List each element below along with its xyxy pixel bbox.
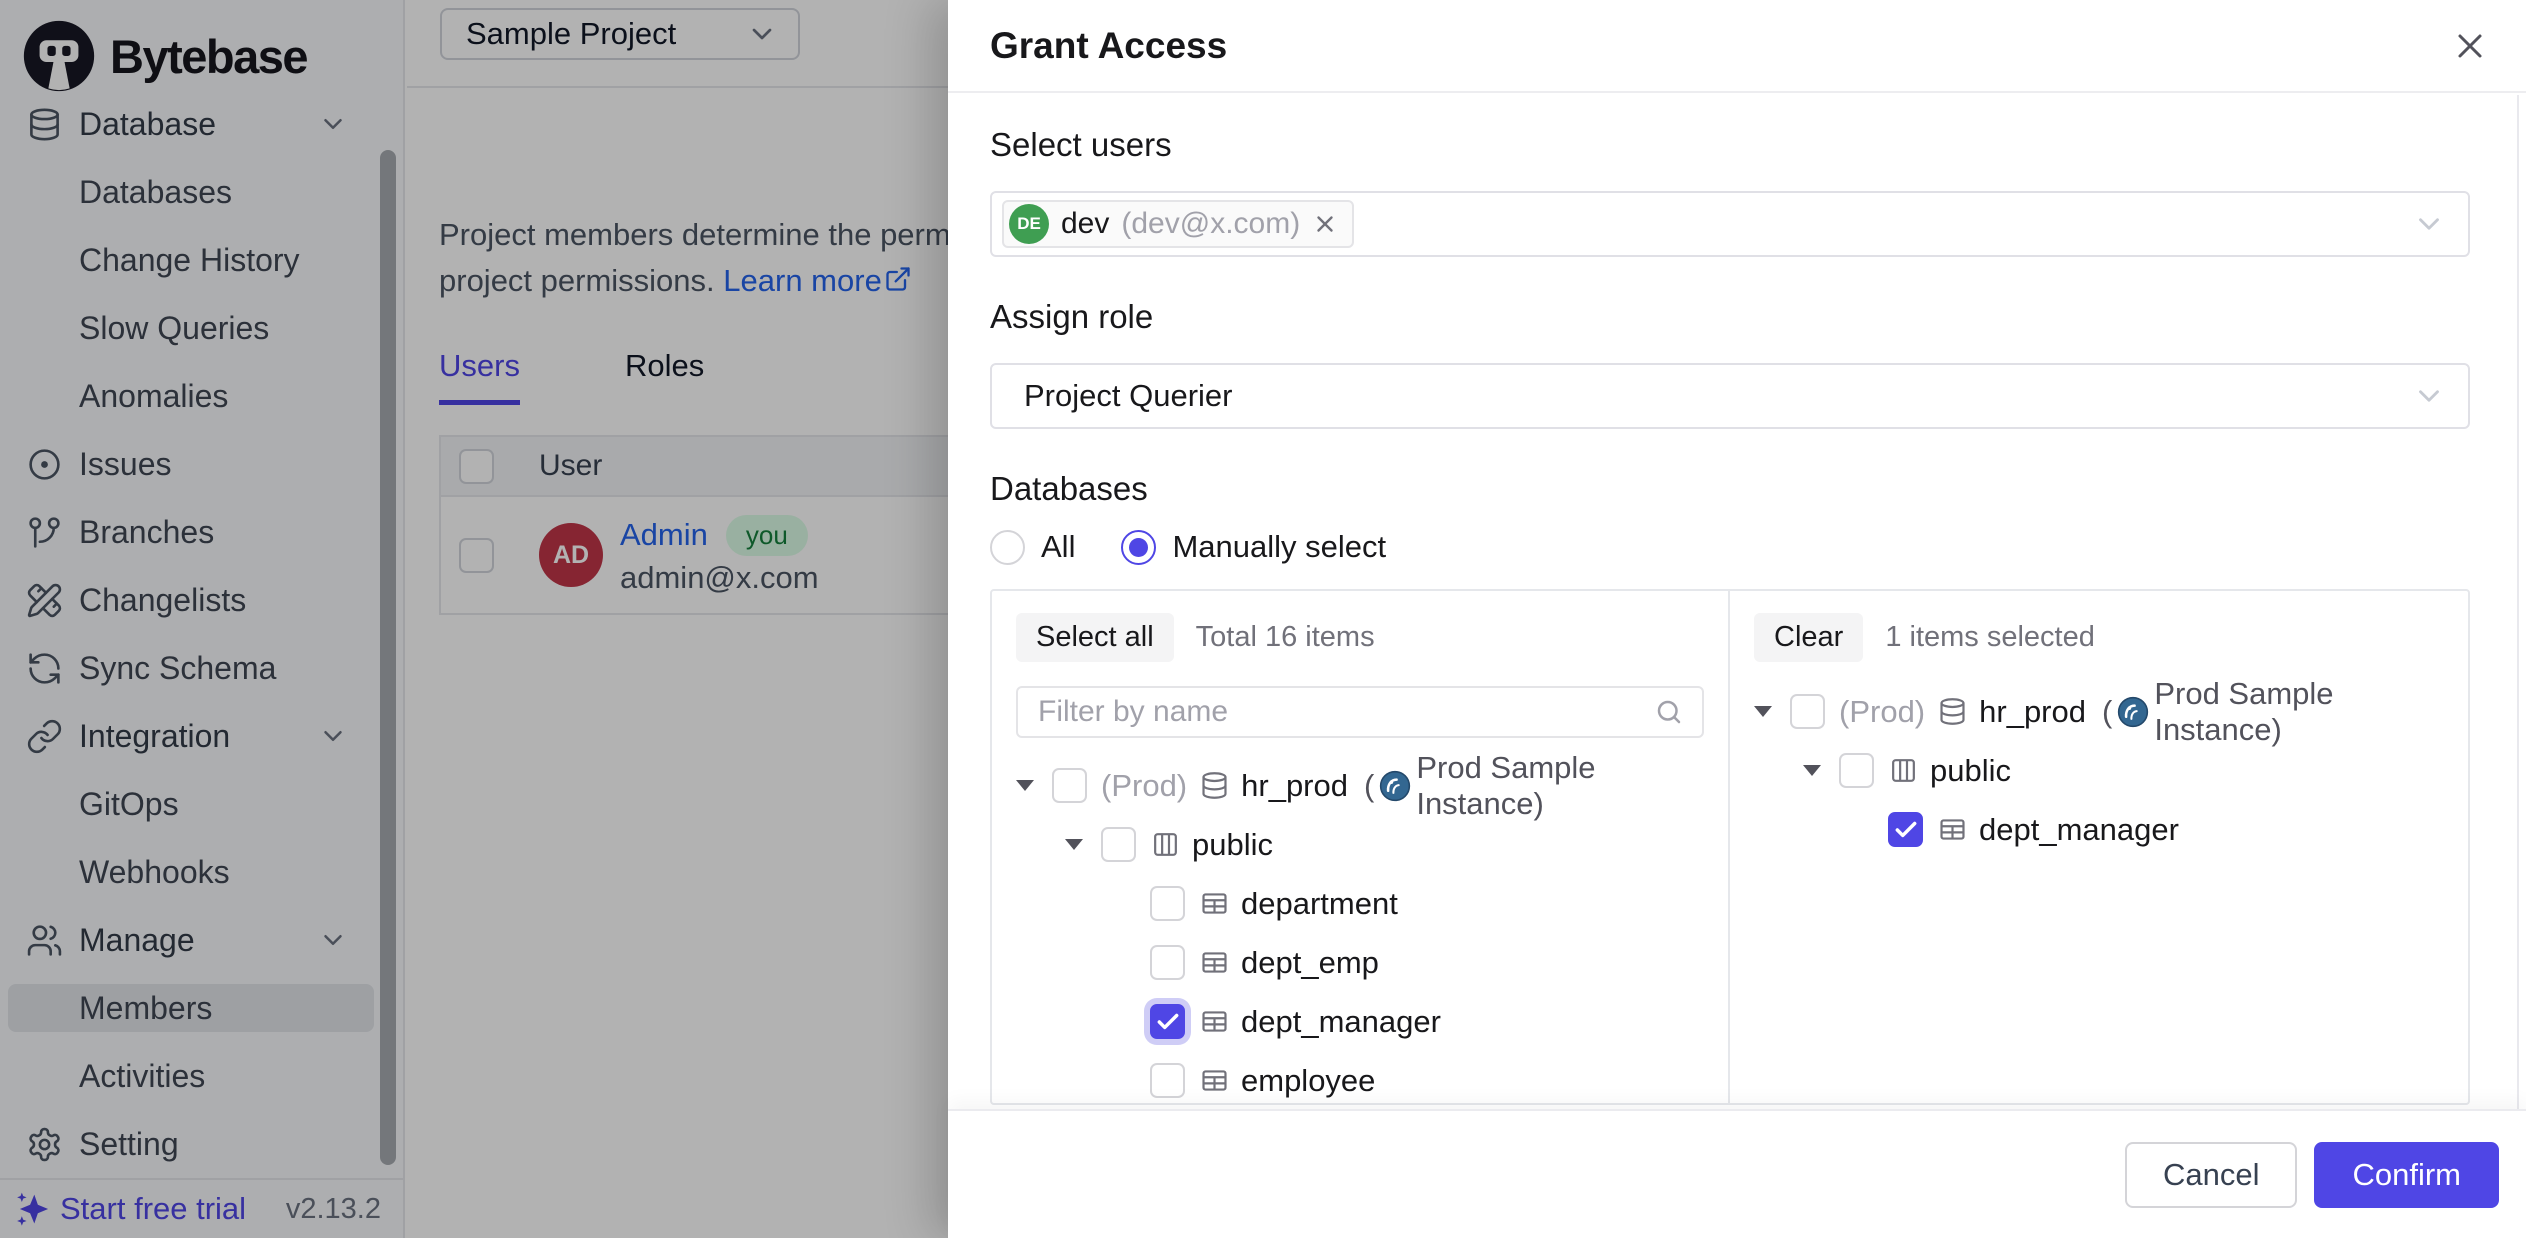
remove-user-icon[interactable] <box>1312 211 1338 237</box>
postgresql-icon <box>2116 695 2150 729</box>
checkbox[interactable] <box>1150 945 1185 980</box>
table-icon <box>1199 888 1230 919</box>
database-icon <box>1199 770 1230 801</box>
caret-down-icon[interactable] <box>1803 765 1821 776</box>
dialog-scrollbar[interactable] <box>2517 95 2519 1109</box>
avatar: DE <box>1009 204 1049 244</box>
tree-node-hr_prod[interactable]: (Prod)hr_prod(Prod Sample Instance) <box>1730 682 2468 741</box>
node-name: dept_manager <box>1979 812 2179 848</box>
screen: Bytebase DatabaseDatabasesChange History… <box>0 0 2526 1238</box>
select-users-field[interactable]: DE dev (dev@x.com) <box>990 191 2470 257</box>
chip-user-name: dev <box>1061 207 1109 241</box>
node-name: dept_manager <box>1241 1004 1441 1040</box>
postgresql-icon <box>1378 769 1412 803</box>
tree-node-dept_emp[interactable]: dept_emp <box>992 933 1728 992</box>
table-icon <box>1199 947 1230 978</box>
node-name: employee <box>1241 1063 1375 1099</box>
close-icon[interactable] <box>2450 26 2490 66</box>
chevron-down-icon <box>2412 207 2446 241</box>
checkbox[interactable] <box>1839 753 1874 788</box>
confirm-button[interactable]: Confirm <box>2314 1142 2499 1208</box>
cancel-button[interactable]: Cancel <box>2125 1142 2298 1208</box>
tree-node-hr_prod[interactable]: (Prod)hr_prod(Prod Sample Instance) <box>992 756 1728 815</box>
target-tree: (Prod)hr_prod(Prod Sample Instance)publi… <box>1730 682 2468 859</box>
node-name: department <box>1241 886 1398 922</box>
tree-node-dept_manager[interactable]: dept_manager <box>992 992 1728 1051</box>
node-name: public <box>1192 827 1273 863</box>
target-panel: Clear 1 items selected (Prod)hr_prod(Pro… <box>1730 591 2468 1103</box>
node-name: hr_prod <box>1241 768 1348 804</box>
dialog-title: Grant Access <box>990 25 1227 67</box>
chip-user-email: (dev@x.com) <box>1121 207 1300 241</box>
filter-input[interactable]: Filter by name <box>1016 686 1704 738</box>
dialog-header: Grant Access <box>948 0 2526 93</box>
selected-count-label: 1 items selected <box>1885 621 2095 654</box>
source-tree: (Prod)hr_prod(Prod Sample Instance)publi… <box>992 756 1728 1103</box>
radio-all[interactable]: All <box>990 529 1075 565</box>
databases-radio-group: All Manually select <box>990 529 2470 565</box>
assign-role-select[interactable]: Project Querier <box>990 363 2470 429</box>
source-panel: Select all Total 16 items Filter by name… <box>992 591 1730 1103</box>
caret-down-icon[interactable] <box>1754 706 1772 717</box>
total-items-label: Total 16 items <box>1196 621 1375 654</box>
instance-label: Prod Sample Instance) <box>2154 676 2468 748</box>
instance-label: Prod Sample Instance) <box>1416 750 1728 822</box>
search-icon <box>1654 697 1684 727</box>
user-chip: DE dev (dev@x.com) <box>1002 200 1354 248</box>
databases-label: Databases <box>990 469 2470 509</box>
grant-access-dialog: Grant Access Select users DE dev (dev@x.… <box>948 0 2526 1238</box>
dialog-footer: Cancel Confirm <box>948 1109 2526 1238</box>
database-transfer: Select all Total 16 items Filter by name… <box>990 589 2470 1105</box>
filter-placeholder: Filter by name <box>1038 695 1228 729</box>
radio-manually-select[interactable]: Manually select <box>1121 529 1386 565</box>
caret-down-icon[interactable] <box>1016 780 1034 791</box>
tree-node-employee[interactable]: employee <box>992 1051 1728 1103</box>
checkbox[interactable] <box>1150 886 1185 921</box>
checkbox-checked[interactable] <box>1150 1004 1185 1039</box>
schema-icon <box>1888 755 1919 786</box>
node-name: hr_prod <box>1979 694 2086 730</box>
schema-icon <box>1150 829 1181 860</box>
role-value: Project Querier <box>1002 378 1232 414</box>
chevron-down-icon <box>2412 379 2446 413</box>
radio-circle <box>990 530 1025 565</box>
checkbox[interactable] <box>1150 1063 1185 1098</box>
radio-circle-checked <box>1121 530 1156 565</box>
tree-node-dept_manager[interactable]: dept_manager <box>1730 800 2468 859</box>
caret-down-icon[interactable] <box>1065 839 1083 850</box>
clear-button[interactable]: Clear <box>1754 613 1863 662</box>
database-icon <box>1937 696 1968 727</box>
tree-node-public[interactable]: public <box>992 815 1728 874</box>
table-icon <box>1199 1065 1230 1096</box>
environment-label: (Prod) <box>1839 694 1925 730</box>
environment-label: (Prod) <box>1101 768 1187 804</box>
checkbox[interactable] <box>1052 768 1087 803</box>
dialog-body: Select users DE dev (dev@x.com) Assign r… <box>948 95 2526 1109</box>
table-icon <box>1199 1006 1230 1037</box>
node-name: public <box>1930 753 2011 789</box>
tree-node-public[interactable]: public <box>1730 741 2468 800</box>
node-name: dept_emp <box>1241 945 1379 981</box>
tree-node-department[interactable]: department <box>992 874 1728 933</box>
checkbox[interactable] <box>1101 827 1136 862</box>
table-icon <box>1937 814 1968 845</box>
select-users-label: Select users <box>990 125 2470 165</box>
checkbox[interactable] <box>1790 694 1825 729</box>
select-all-button[interactable]: Select all <box>1016 613 1174 662</box>
assign-role-label: Assign role <box>990 297 2470 337</box>
checkbox-checked[interactable] <box>1888 812 1923 847</box>
